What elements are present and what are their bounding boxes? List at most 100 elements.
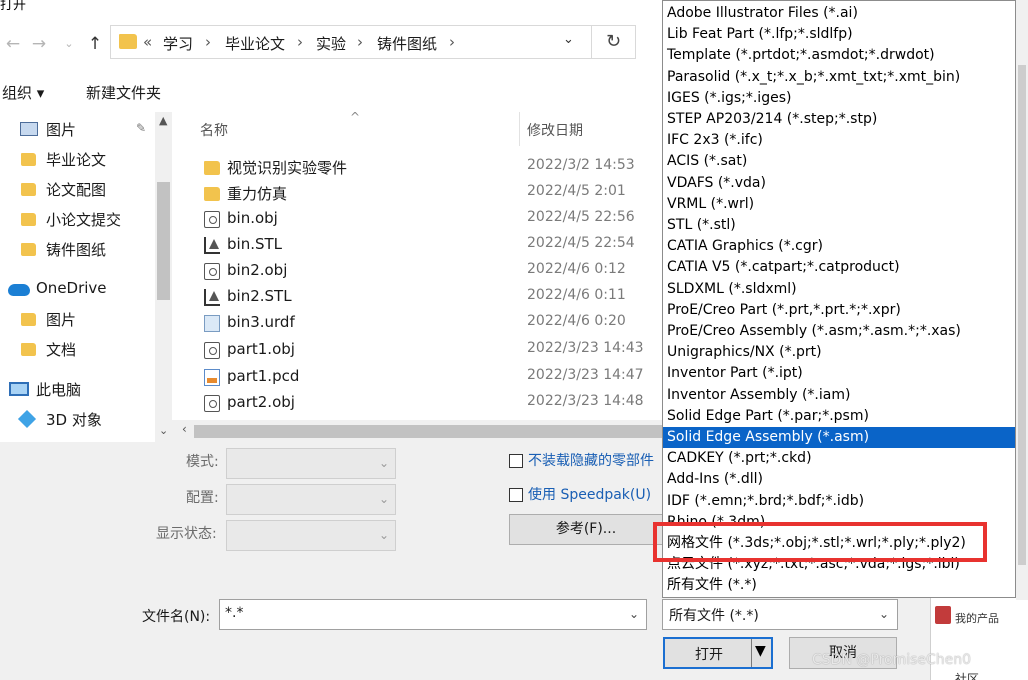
recent-chevron-icon[interactable]: ⌄ [58,32,80,56]
mode-select[interactable]: ⌄ [226,448,396,479]
table-row[interactable]: bin2.STL 2022/4/6 0:11 [172,284,662,310]
file-type-option[interactable]: Inventor Part (*.ipt) [663,363,1015,384]
file-type-option[interactable]: ProE/Creo Assembly (*.asm;*.asm.*;*.xas) [663,321,1015,342]
file-name: part1.pcd [227,367,300,385]
breadcrumb-item[interactable]: 实验 [316,33,346,54]
file-type-option[interactable]: ACIS (*.sat) [663,151,1015,172]
nav-item-pictures[interactable]: 图片 ✎ [0,114,160,144]
file-type-option[interactable]: Inventor Assembly (*.iam) [663,385,1015,406]
table-row[interactable]: bin2.obj 2022/4/6 0:12 [172,258,662,284]
breadcrumb-separator[interactable]: › [449,33,455,51]
scroll-down-icon[interactable]: ⌄ [159,424,168,437]
file-type-option[interactable]: VRML (*.wrl) [663,194,1015,215]
file-type-option[interactable]: ProE/Creo Part (*.prt,*.prt.*;*.xpr) [663,300,1015,321]
refresh-icon[interactable]: ↻ [592,25,636,59]
file-type-option[interactable]: STL (*.stl) [663,215,1015,236]
file-type-value: 所有文件 (*.*) [669,608,759,624]
nav-item-thesis[interactable]: 毕业论文 [0,144,160,174]
table-row[interactable]: part1.pcd 2022/3/23 14:47 [172,364,662,390]
nav-item-this-pc[interactable]: 此电脑 [0,374,160,404]
dropdown-scrollbar-thumb[interactable] [1018,65,1026,565]
scroll-left-icon[interactable]: ‹ [182,422,187,436]
file-type-option[interactable]: 所有文件 (*.*) [663,575,1015,596]
file-type-option[interactable]: VDAFS (*.vda) [663,173,1015,194]
file-type-option[interactable]: IFC 2x3 (*.ifc) [663,130,1015,151]
file-type-option[interactable]: SLDXML (*.sldxml) [663,279,1015,300]
file-type-option[interactable]: Template (*.prtdot;*.asmdot;*.drwdot) [663,45,1015,66]
nav-item-onedrive[interactable]: OneDrive [0,274,160,304]
file-type-option[interactable]: Adobe Illustrator Files (*.ai) [663,3,1015,24]
onedrive-icon [8,284,30,296]
nav-label: 此电脑 [36,381,82,399]
folder-icon [21,243,36,256]
breadcrumb-item[interactable]: 毕业论文 [225,33,285,54]
nav-scrollbar-thumb[interactable] [157,182,170,300]
file-type-option[interactable]: IGES (*.igs;*.iges) [663,88,1015,109]
nav-item-onedrive-pictures[interactable]: 图片 [0,304,160,334]
file-type-option[interactable]: Parasolid (*.x_t;*.x_b;*.xmt_txt;*.xmt_b… [663,67,1015,88]
nav-item-3d-objects[interactable]: 3D 对象 [0,404,160,434]
no-hidden-label[interactable]: 不装载隐藏的零部件 [528,450,654,470]
breadcrumb-item[interactable]: 学习 [163,33,193,54]
breadcrumb-separator[interactable]: › [205,33,211,51]
nav-item-figures[interactable]: 论文配图 [0,174,160,204]
breadcrumb-separator[interactable]: › [297,33,303,51]
horizontal-scrollbar[interactable]: ‹ [172,420,662,442]
file-type-option[interactable]: Unigraphics/NX (*.prt) [663,342,1015,363]
file-type-option[interactable]: CATIA V5 (*.catpart;*.catproduct) [663,257,1015,278]
nav-scrollbar[interactable]: ▲ ⌄ [155,112,172,442]
my-products-link[interactable]: 我的产品 [955,610,999,626]
nav-item-documents[interactable]: 文档 [0,334,160,364]
browse-button[interactable]: 参考(F)... [509,514,663,545]
back-arrow-icon[interactable]: ← [2,32,24,56]
new-folder-button[interactable]: 新建文件夹 [86,82,161,103]
3d-objects-icon [17,409,37,429]
dropdown-scrollbar[interactable] [1016,0,1028,600]
file-type-option[interactable]: Solid Edge Assembly (*.asm) [663,427,1015,449]
column-divider[interactable] [519,112,520,146]
horizontal-scrollbar-thumb[interactable] [194,425,662,438]
column-header-modified[interactable]: 修改日期 [527,120,583,140]
organize-button[interactable]: 组织 ▾ [2,82,44,103]
breadcrumb-item[interactable]: 铸件图纸 [377,33,437,54]
file-type-option[interactable]: IDF (*.emn;*.brd;*.bdf;*.idb) [663,491,1015,512]
speedpak-checkbox[interactable] [509,488,523,502]
table-row[interactable]: 重力仿真 2022/4/5 2:01 [172,180,662,206]
table-row[interactable]: 视觉识别实验零件 2022/3/2 14:53 [172,154,662,180]
table-row[interactable]: bin.obj 2022/4/5 22:56 [172,206,662,232]
file-name: bin3.urdf [227,313,295,331]
file-type-option[interactable]: CADKEY (*.prt;*.ckd) [663,448,1015,469]
file-date: 2022/3/23 14:47 [527,367,644,383]
file-type-select[interactable]: 所有文件 (*.*) ⌄ [662,599,898,630]
file-type-option[interactable]: Solid Edge Part (*.par;*.psm) [663,406,1015,427]
scroll-up-icon[interactable]: ▲ [159,114,167,127]
address-bar[interactable]: « 学习 › 毕业论文 › 实验 › 铸件图纸 › ⌄ [110,25,592,59]
address-overflow[interactable]: « [143,33,152,51]
chevron-down-icon[interactable]: ⌄ [563,32,574,47]
table-row[interactable]: part1.obj 2022/3/23 14:43 [172,337,662,363]
table-row[interactable]: bin.STL 2022/4/5 22:54 [172,232,662,258]
nav-item-casting-drawings[interactable]: 铸件图纸 [0,234,160,264]
forward-arrow-icon[interactable]: → [28,32,50,56]
no-hidden-checkbox[interactable] [509,454,523,468]
pin-icon[interactable]: ✎ [136,121,146,135]
column-header-name[interactable]: 名称 [200,120,228,140]
config-select[interactable]: ⌄ [226,484,396,515]
up-arrow-icon[interactable]: ↑ [84,32,106,56]
display-state-select[interactable]: ⌄ [226,520,396,551]
table-row[interactable]: part2.obj 2022/3/23 14:48 [172,390,662,416]
file-type-option[interactable]: Add-Ins (*.dll) [663,469,1015,490]
speedpak-label[interactable]: 使用 Speedpak(U) [528,484,651,504]
chevron-down-icon[interactable]: ⌄ [629,607,639,621]
open-button[interactable]: 打开 ▼ [663,637,773,669]
community-link[interactable]: 社区 [955,670,979,680]
caret-down-icon[interactable]: ▼ [755,643,766,659]
folder-icon [21,343,36,356]
filename-input[interactable]: *.* ⌄ [219,599,647,630]
file-type-option[interactable]: STEP AP203/214 (*.step;*.stp) [663,109,1015,130]
file-type-option[interactable]: CATIA Graphics (*.cgr) [663,236,1015,257]
breadcrumb-separator[interactable]: › [357,33,363,51]
table-row[interactable]: bin3.urdf 2022/4/6 0:20 [172,310,662,336]
nav-item-paper-submit[interactable]: 小论文提交 [0,204,160,234]
file-type-option[interactable]: Lib Feat Part (*.lfp;*.sldlfp) [663,24,1015,45]
